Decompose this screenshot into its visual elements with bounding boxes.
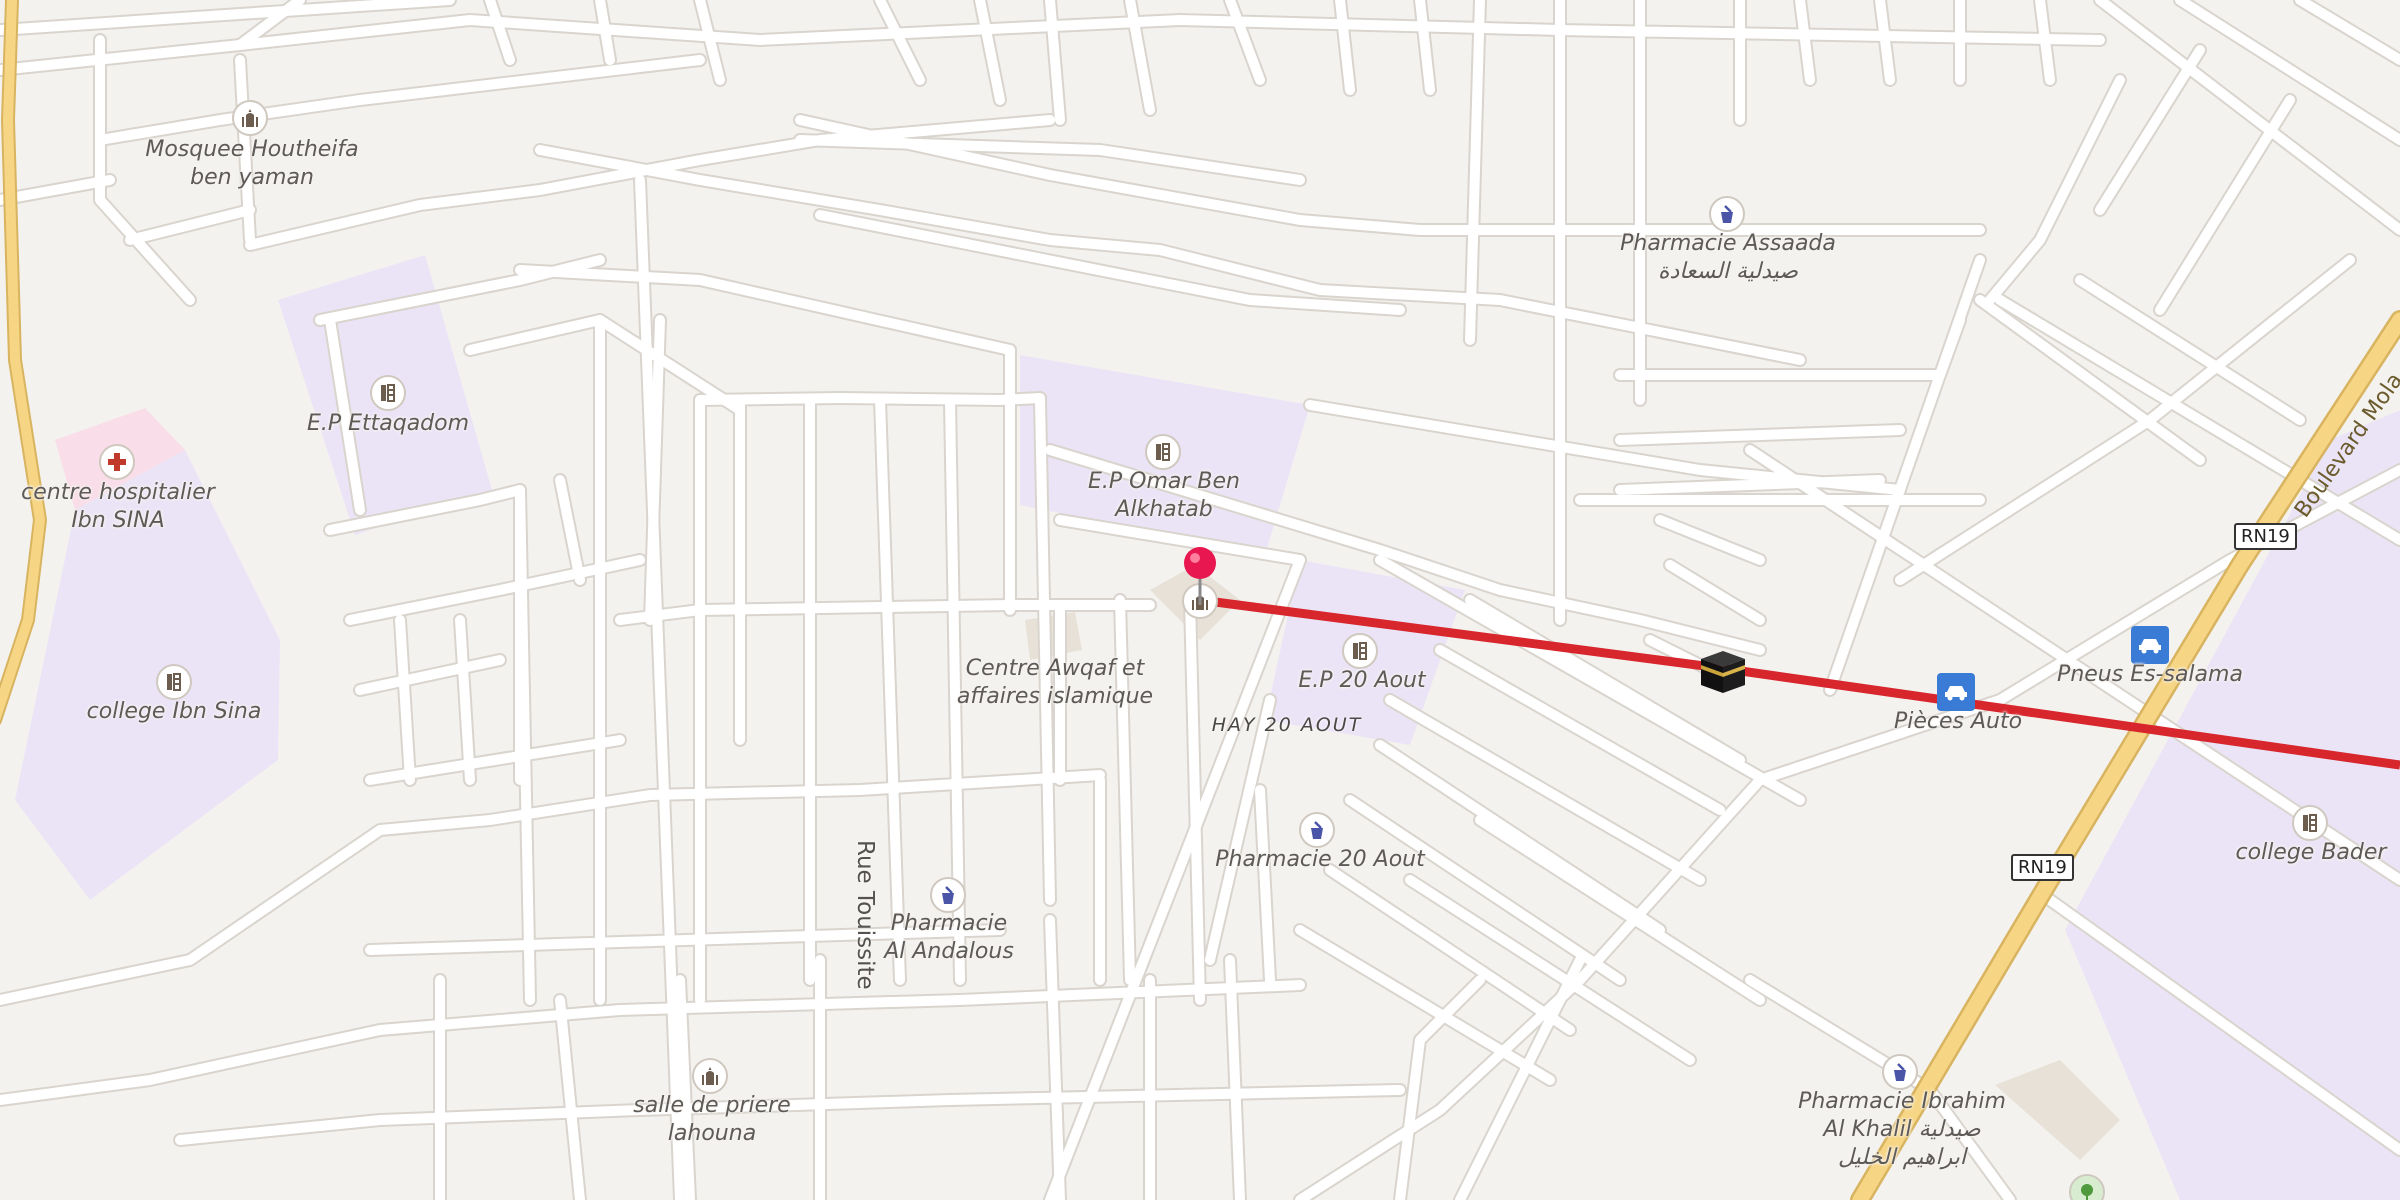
school-icon[interactable] (1342, 633, 1378, 669)
road (2295, 0, 2400, 65)
ep-20-aout-text: E.P 20 Aout (1298, 668, 1426, 693)
college-ibn-sina-text: college Ibn Sina (86, 699, 262, 724)
road (1975, 295, 2205, 465)
label-ep-omar: E.P Omar Ben Alkhatab (1088, 468, 1240, 524)
road (815, 210, 1405, 315)
road-shield-rn19: RN19 (2011, 854, 2074, 881)
pieces-auto-text: Pièces Auto (1893, 709, 2023, 734)
road (2175, 0, 2400, 145)
car-icon[interactable] (1937, 673, 1975, 711)
hospital-cross-icon[interactable] (99, 444, 135, 480)
pneus-text: Pneus Es-salama (2057, 662, 2243, 687)
road (695, 393, 1045, 405)
mosque-icon[interactable] (232, 100, 268, 136)
map-view[interactable]: Mosquee Houtheifa ben yaman E.P Ettaqado… (0, 0, 2400, 1200)
label-ep-ettaqadom: E.P Ettaqadom (307, 410, 469, 438)
pharmacy-icon[interactable] (1299, 812, 1335, 848)
label-pharmacie-ibrahim: Pharmacie Ibrahim Al Khalil صيدلية ابراه… (1798, 1088, 2006, 1172)
road (125, 205, 255, 245)
school-icon[interactable] (156, 664, 192, 700)
road (465, 315, 605, 355)
school-icon[interactable] (370, 375, 406, 411)
pharmacy-icon[interactable] (1709, 196, 1745, 232)
road (95, 55, 705, 145)
centre-awqaf-text: Centre Awqaf et affaires islamique (956, 656, 1154, 709)
ep-ettaqadom-text: E.P Ettaqadom (306, 411, 470, 436)
label-ep-20-aout: E.P 20 Aout (1298, 667, 1425, 695)
district-text: HAY 20 AOUT (1211, 714, 1363, 736)
rue-touissite-text: Rue Touissite (852, 840, 878, 990)
location-pin-icon[interactable] (1180, 545, 1220, 607)
street-label-rue-touissite: Rue Touissite (852, 840, 878, 990)
label-pneus: Pneus Es-salama (2057, 661, 2243, 689)
mosquee-houtheifa-text: Mosquee Houtheifa ben yaman (145, 137, 359, 190)
building-bader (1995, 1060, 2120, 1160)
label-pharmacie-andalous: Pharmacie Al Andalous (884, 910, 1014, 966)
label-centre-awqaf: Centre Awqaf et affaires islamique (957, 655, 1153, 711)
college-bader-text: college Bader (2235, 840, 2387, 865)
school-area-bader (2065, 410, 2400, 1200)
road-shield-rn19: RN19 (2234, 523, 2297, 550)
road (2155, 95, 2295, 315)
pharmacie-andalous-text: Pharmacie Al Andalous (884, 911, 1014, 964)
road (1225, 0, 1265, 85)
school-icon[interactable] (2292, 805, 2328, 841)
road (595, 315, 745, 415)
road-shield-text: RN19 (2241, 526, 2290, 547)
road (1665, 560, 1765, 625)
label-pharmacie-20-aout: Pharmacie 20 Aout (1215, 846, 1424, 874)
label-mosquee-houtheifa: Mosquee Houtheifa ben yaman (145, 136, 358, 192)
road (1655, 515, 1765, 565)
pharmacy-icon[interactable] (930, 877, 966, 913)
centre-hospitalier-text: centre hospitalier Ibn SINA (21, 480, 215, 533)
salle-priere-text: salle de priere lahouna (633, 1093, 791, 1146)
label-college-bader: college Bader (2236, 839, 2387, 867)
road (355, 655, 505, 695)
road-casing (793, 113, 1987, 237)
pharmacie-20-aout-text: Pharmacie 20 Aout (1215, 847, 1425, 872)
pharmacy-icon[interactable] (1882, 1054, 1918, 1090)
school-icon[interactable] (1145, 434, 1181, 470)
car-icon[interactable] (2131, 626, 2169, 664)
mosque-icon[interactable] (692, 1058, 728, 1094)
district-label: HAY 20 AOUT (1212, 714, 1363, 736)
ep-omar-text: E.P Omar Ben Alkhatab (1088, 469, 1240, 522)
road (795, 115, 1985, 235)
pharmacie-assaada-text: Pharmacie Assaada صيدلية السعادة (1620, 231, 1836, 284)
label-pharmacie-assaada: Pharmacie Assaada صيدلية السعادة (1620, 230, 1836, 286)
label-centre-hospitalier: centre hospitalier Ibn SINA (21, 479, 215, 535)
pharmacie-ibrahim-text: Pharmacie Ibrahim Al Khalil صيدلية ابراه… (1798, 1089, 2006, 1170)
label-pieces-auto: Pièces Auto (1894, 708, 2022, 736)
label-college-ibn-sina: college Ibn Sina (87, 698, 262, 726)
road-shield-text: RN19 (2018, 857, 2067, 878)
label-salle-priere: salle de priere lahouna (633, 1092, 790, 1148)
road (2095, 45, 2205, 215)
kaaba-icon[interactable] (1697, 643, 1749, 695)
